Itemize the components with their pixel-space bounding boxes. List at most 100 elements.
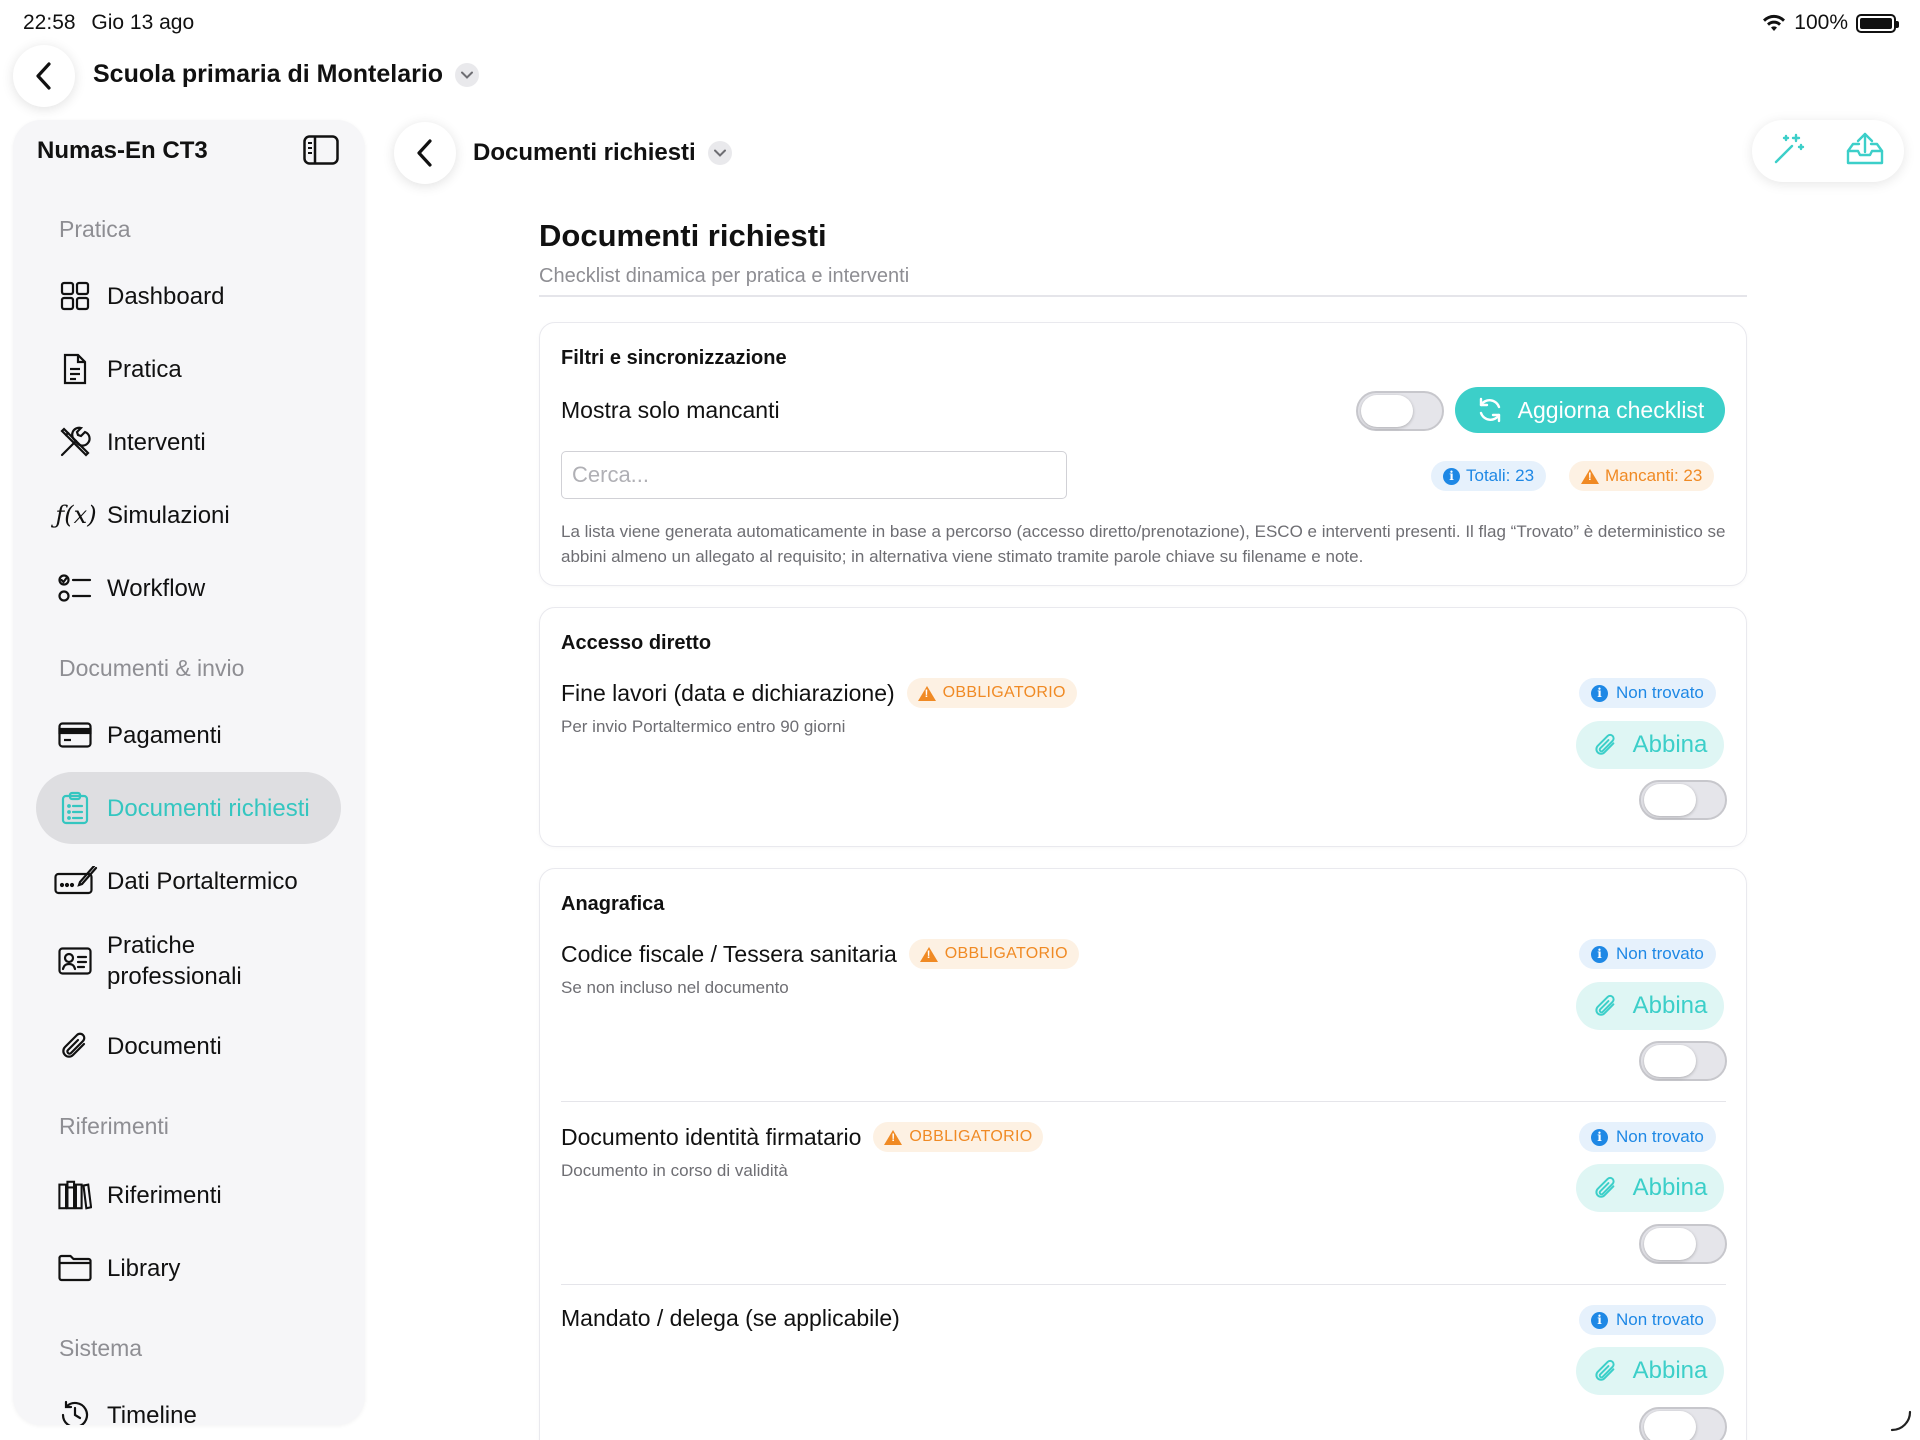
document-icon xyxy=(58,352,92,386)
status-bar: 22:58 Gio 13 ago 100% xyxy=(0,0,1920,44)
abbina-button[interactable]: Abbina xyxy=(1576,1347,1724,1395)
sidebar-toggle-icon[interactable] xyxy=(303,135,339,165)
wifi-icon xyxy=(1763,14,1786,31)
warning-icon xyxy=(917,685,936,701)
back-button[interactable] xyxy=(13,45,75,107)
project-title-menu[interactable]: Scuola primaria di Montelario xyxy=(93,60,480,89)
history-icon xyxy=(58,1398,92,1425)
show-missing-toggle[interactable] xyxy=(1356,391,1444,431)
warning-icon xyxy=(884,1129,903,1145)
abbina-button[interactable]: Abbina xyxy=(1576,982,1724,1030)
sidebar-item-label: Pagamenti xyxy=(107,721,222,749)
paperclip-icon xyxy=(1595,994,1615,1016)
sidebar-item-timeline[interactable]: Timeline xyxy=(36,1379,341,1425)
toggle-label: Mostra solo mancanti xyxy=(561,397,780,423)
sidebar-section-sistema: Sistema xyxy=(59,1335,143,1361)
sidebar-item-pratica[interactable]: Pratica xyxy=(36,333,341,405)
battery-icon xyxy=(1856,13,1899,33)
function-icon: ƒ(x) xyxy=(55,501,97,529)
books-icon xyxy=(58,1178,92,1212)
info-icon: i xyxy=(1591,684,1608,702)
found-toggle[interactable] xyxy=(1639,1407,1727,1440)
sidebar-item-workflow[interactable]: Workflow xyxy=(36,552,341,624)
status-badge: i Non trovato xyxy=(1579,1305,1716,1335)
content-back-button[interactable] xyxy=(394,122,456,184)
info-icon: i xyxy=(1591,945,1608,963)
search-input[interactable] xyxy=(561,451,1067,499)
requirement-row: Fine lavori (data e dichiarazione) OBBLI… xyxy=(561,678,1077,708)
sidebar-item-documenti-richiesti[interactable]: Documenti richiesti xyxy=(36,772,341,844)
requirement-name: Documento identità firmatario xyxy=(561,1123,862,1150)
magic-wand-icon[interactable] xyxy=(1772,132,1806,171)
resize-handle-icon[interactable] xyxy=(1890,1410,1912,1432)
checklist-icon xyxy=(58,571,92,605)
info-icon: i xyxy=(1591,1311,1608,1329)
anagrafica-card: Anagrafica Codice fiscale / Tessera sani… xyxy=(539,868,1747,1440)
sidebar-item-label: Riferimenti xyxy=(107,1181,222,1209)
sidebar-item-interventi[interactable]: Interventi xyxy=(36,406,341,478)
content-title-menu[interactable]: Documenti richiesti xyxy=(473,139,732,167)
page-subtitle: Checklist dinamica per pratica e interve… xyxy=(539,265,910,287)
divider xyxy=(561,1284,1726,1285)
divider xyxy=(539,295,1747,297)
missing-count-label: Mancanti: 23 xyxy=(1605,466,1703,485)
found-toggle[interactable] xyxy=(1639,1041,1727,1081)
sidebar-item-documenti[interactable]: Documenti xyxy=(36,1010,341,1082)
sidebar-item-label: Timeline xyxy=(107,1401,197,1426)
signature-icon xyxy=(54,864,98,898)
status-badge: i Non trovato xyxy=(1579,939,1716,969)
requirement-name: Codice fiscale / Tessera sanitaria xyxy=(561,940,897,967)
requirement-row: Documento identità firmatario OBBLIGATOR… xyxy=(561,1122,1044,1152)
found-toggle[interactable] xyxy=(1639,780,1727,820)
refresh-checklist-label: Aggiorna checklist xyxy=(1517,396,1705,423)
section-heading: Anagrafica xyxy=(561,893,665,915)
sidebar-title: Numas-En CT3 xyxy=(37,137,208,164)
abbina-button[interactable]: Abbina xyxy=(1576,1164,1724,1212)
filters-heading: Filtri e sincronizzazione xyxy=(561,347,787,369)
sidebar-item-dati-portaltermico[interactable]: Dati Portaltermico xyxy=(36,845,341,917)
sidebar: Numas-En CT3 Pratica Dashboard Pratica I… xyxy=(13,120,365,1425)
abbina-button[interactable]: Abbina xyxy=(1576,721,1724,769)
tools-icon xyxy=(58,425,92,459)
paperclip-icon xyxy=(1595,733,1615,755)
sidebar-item-dashboard[interactable]: Dashboard xyxy=(36,260,341,332)
requirement-description: Se non incluso nel documento xyxy=(561,978,789,997)
sidebar-section-pratica: Pratica xyxy=(59,216,131,242)
requirement-name: Mandato / delega (se applicabile) xyxy=(561,1305,900,1331)
paperclip-icon xyxy=(1595,1359,1615,1381)
project-title: Scuola primaria di Montelario xyxy=(93,60,444,88)
sidebar-item-label: Workflow xyxy=(107,574,206,602)
requirement-name: Fine lavori (data e dichiarazione) xyxy=(561,679,895,706)
content-title: Documenti richiesti xyxy=(473,139,696,166)
page-title: Documenti richiesti xyxy=(539,218,827,253)
info-icon: i xyxy=(1591,1128,1608,1146)
sidebar-item-label: Documenti xyxy=(107,1032,222,1060)
total-count-label: Totali: 23 xyxy=(1466,466,1535,485)
clipboard-icon xyxy=(58,791,92,825)
sidebar-item-library[interactable]: Library xyxy=(36,1232,341,1304)
share-tray-icon[interactable] xyxy=(1845,131,1885,172)
sidebar-section-riferimenti: Riferimenti xyxy=(59,1113,169,1139)
chevron-down-icon xyxy=(455,62,480,87)
paperclip-icon xyxy=(58,1029,92,1063)
found-toggle[interactable] xyxy=(1639,1224,1727,1264)
chevron-left-icon xyxy=(417,139,432,167)
sidebar-item-label: Pratiche professionali xyxy=(107,932,242,990)
required-badge: OBBLIGATORIO xyxy=(908,939,1079,969)
sidebar-item-label: Simulazioni xyxy=(107,501,230,529)
status-badge: i Non trovato xyxy=(1579,678,1716,708)
requirement-row: Codice fiscale / Tessera sanitaria OBBLI… xyxy=(561,939,1079,969)
sidebar-item-simulazioni[interactable]: ƒ(x) Simulazioni xyxy=(36,479,341,551)
filters-card: Filtri e sincronizzazione Mostra solo ma… xyxy=(539,322,1747,586)
battery-percent: 100% xyxy=(1794,11,1848,34)
dashboard-grid-icon xyxy=(58,279,92,313)
sidebar-item-riferimenti[interactable]: Riferimenti xyxy=(36,1159,341,1231)
refresh-icon xyxy=(1479,397,1500,423)
sidebar-item-label: Library xyxy=(107,1254,181,1282)
sidebar-item-label: Interventi xyxy=(107,428,206,456)
refresh-checklist-button[interactable]: Aggiorna checklist xyxy=(1455,387,1725,433)
sidebar-item-label: Dashboard xyxy=(107,282,225,310)
sidebar-item-pratiche-professionali[interactable]: Pratiche professionali xyxy=(36,918,341,1004)
status-date: Gio 13 ago xyxy=(91,11,195,34)
sidebar-item-pagamenti[interactable]: Pagamenti xyxy=(36,699,341,771)
